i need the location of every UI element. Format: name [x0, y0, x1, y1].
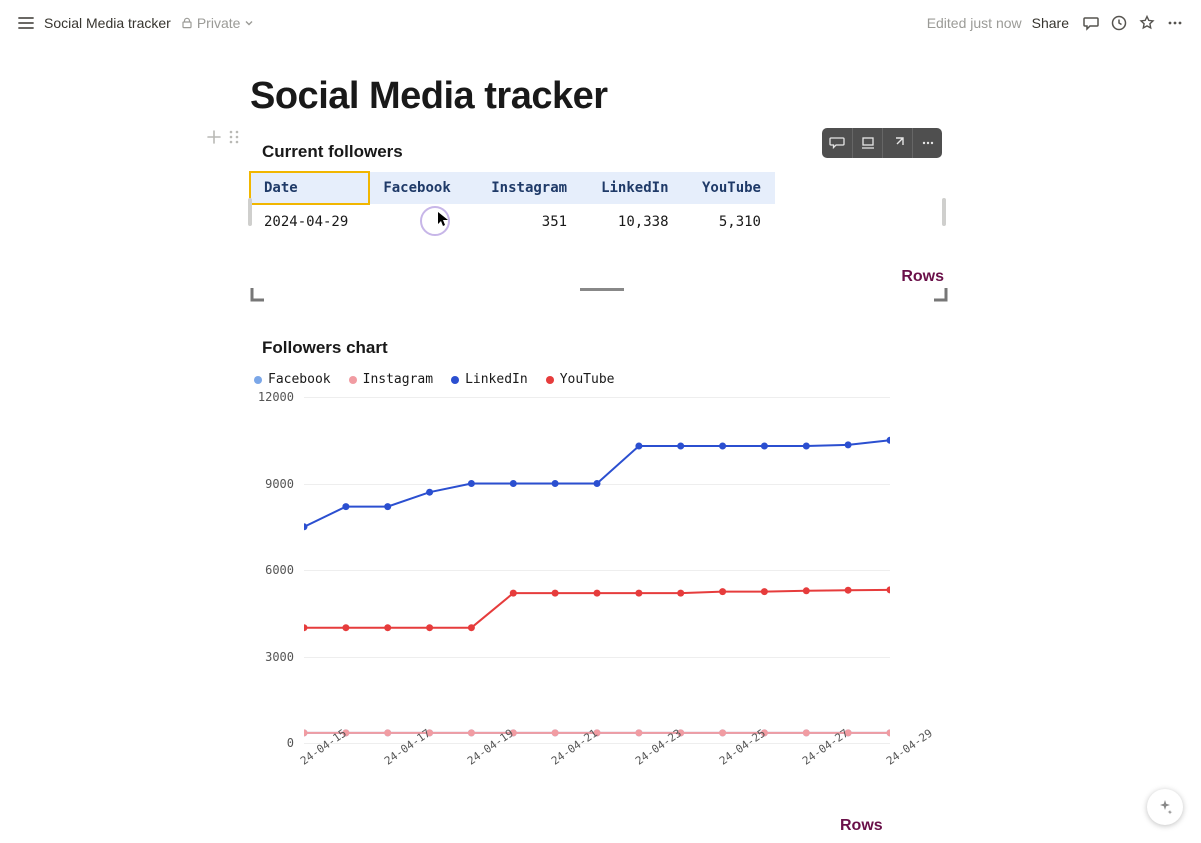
legend-item: YouTube — [546, 372, 615, 387]
chart-canvas: 12000900060003000024-04-1524-04-1724-04-… — [250, 393, 890, 793]
block-handle — [205, 128, 243, 146]
add-block-button[interactable] — [205, 128, 223, 146]
resize-handle[interactable] — [580, 288, 624, 291]
legend-dot — [546, 376, 554, 384]
chart-heading: Followers chart — [262, 338, 1201, 358]
chevron-down-icon — [244, 18, 254, 28]
edited-status: Edited just now — [927, 15, 1022, 31]
current-followers-block: Current followers Date Facebook Instagra… — [250, 142, 942, 308]
page: Social Media tracker Current followers D… — [0, 45, 1201, 835]
legend-dot — [349, 376, 357, 384]
followers-chart-block: Followers chart Facebook Instagram Linke… — [250, 338, 1201, 835]
topbar: Social Media tracker Private Edited just… — [0, 0, 1201, 45]
history-icon[interactable] — [1105, 9, 1133, 37]
drag-handle-icon[interactable] — [225, 128, 243, 146]
col-instagram[interactable]: Instagram — [471, 172, 581, 204]
followers-table[interactable]: Date Facebook Instagram LinkedIn YouTube… — [250, 172, 775, 240]
col-linkedin[interactable]: LinkedIn — [581, 172, 682, 204]
rows-link[interactable]: Rows — [840, 817, 1201, 835]
legend-label: Facebook — [268, 372, 331, 387]
legend-dot — [254, 376, 262, 384]
legend-item: Facebook — [254, 372, 331, 387]
col-date[interactable]: Date — [250, 172, 369, 204]
y-axis-label: 6000 — [265, 563, 294, 577]
legend-label: YouTube — [560, 372, 615, 387]
visibility-private[interactable]: Private — [181, 15, 255, 31]
chart-legend: Facebook Instagram LinkedIn YouTube — [254, 372, 1201, 387]
ai-fab[interactable] — [1147, 789, 1183, 825]
y-axis-label: 3000 — [265, 650, 294, 664]
y-axis-label: 9000 — [265, 477, 294, 491]
breadcrumb[interactable]: Social Media tracker — [44, 15, 171, 31]
legend-label: Instagram — [363, 372, 433, 387]
lock-icon — [181, 17, 193, 29]
crop-mark-icon — [250, 286, 268, 304]
visibility-label: Private — [197, 15, 241, 31]
legend-label: LinkedIn — [465, 372, 528, 387]
cell-facebook[interactable] — [369, 204, 470, 240]
align-icon[interactable] — [852, 128, 882, 158]
resize-handle[interactable] — [942, 198, 946, 226]
legend-dot — [451, 376, 459, 384]
more-icon[interactable] — [1161, 9, 1189, 37]
col-facebook[interactable]: Facebook — [369, 172, 470, 204]
cell-youtube[interactable]: 5,310 — [683, 204, 776, 240]
col-youtube[interactable]: YouTube — [683, 172, 776, 204]
share-button[interactable]: Share — [1032, 15, 1069, 31]
y-axis-label: 12000 — [258, 390, 294, 404]
comments-icon[interactable] — [1077, 9, 1105, 37]
rows-link[interactable]: Rows — [901, 268, 944, 286]
menu-icon[interactable] — [12, 9, 40, 37]
caption-icon[interactable] — [822, 128, 852, 158]
table-header-row: Date Facebook Instagram LinkedIn YouTube — [250, 172, 775, 204]
page-title: Social Media tracker — [250, 75, 1201, 118]
cell-linkedin[interactable]: 10,338 — [581, 204, 682, 240]
legend-item: LinkedIn — [451, 372, 528, 387]
sparkle-icon — [1156, 798, 1174, 816]
cell-instagram[interactable]: 351 — [471, 204, 581, 240]
y-axis-label: 0 — [287, 736, 294, 750]
block-more-icon[interactable] — [912, 128, 942, 158]
star-icon[interactable] — [1133, 9, 1161, 37]
cell-date[interactable]: 2024-04-29 — [250, 204, 369, 240]
open-icon[interactable] — [882, 128, 912, 158]
crop-mark-icon — [932, 286, 950, 304]
block-toolbar — [822, 128, 942, 158]
embed-footer: Rows — [250, 268, 950, 308]
x-axis-label: 24-04-29 — [884, 727, 935, 768]
legend-item: Instagram — [349, 372, 433, 387]
table-row[interactable]: 2024-04-29 351 10,338 5,310 — [250, 204, 775, 240]
resize-handle[interactable] — [248, 198, 252, 226]
